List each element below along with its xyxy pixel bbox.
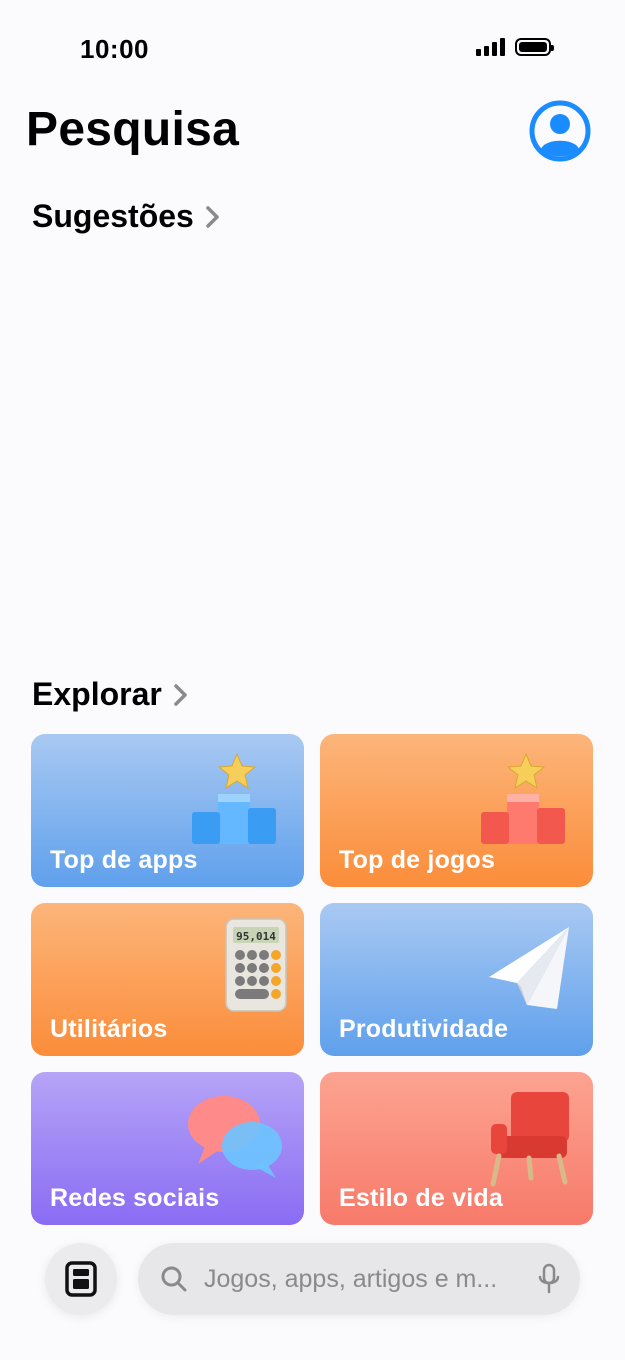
category-label: Utilitários (50, 1015, 168, 1043)
category-label: Produtividade (339, 1015, 509, 1043)
category-card-social-networks[interactable]: Redes sociais (31, 1072, 304, 1225)
category-label: Redes sociais (50, 1184, 220, 1212)
status-time: 10:00 (80, 34, 149, 64)
cellular-signal-icon (476, 38, 505, 56)
status-bar: 10:00 (0, 0, 625, 100)
armchair-icon (490, 1092, 569, 1187)
speech-bubbles-icon (188, 1096, 282, 1178)
category-card-lifestyle[interactable]: Estilo de vida (320, 1072, 593, 1225)
suggestions-title: Sugestões (32, 198, 194, 234)
explore-category-grid: Top de apps Top de jogos 95,014 Utilitár… (31, 734, 593, 1225)
search-bar[interactable] (138, 1243, 580, 1315)
today-tab-button[interactable] (45, 1243, 117, 1315)
explore-title: Explorar (32, 676, 162, 712)
battery-icon (515, 38, 554, 56)
category-card-top-games[interactable]: Top de jogos (320, 734, 593, 887)
calculator-display: 95,014 (236, 930, 276, 943)
category-card-top-apps[interactable]: Top de apps (31, 734, 304, 887)
chevron-right-icon (206, 205, 219, 228)
category-label: Estilo de vida (339, 1184, 503, 1212)
podium-star-icon (192, 752, 276, 844)
explore-header[interactable]: Explorar (32, 676, 190, 713)
account-button[interactable] (529, 100, 591, 162)
account-icon (529, 100, 591, 162)
paper-plane-icon (489, 927, 569, 1009)
chevron-right-icon (174, 683, 187, 706)
search-icon (161, 1266, 187, 1292)
page-title: Pesquisa (26, 103, 240, 156)
search-input[interactable] (202, 1263, 538, 1295)
category-card-productivity[interactable]: Produtividade (320, 903, 593, 1056)
status-icons (476, 38, 554, 56)
category-label: Top de jogos (339, 846, 496, 874)
microphone-icon[interactable] (538, 1263, 560, 1295)
category-card-utilities[interactable]: 95,014 Utilitários (31, 903, 304, 1056)
podium-star-icon (481, 752, 565, 844)
suggestions-header[interactable]: Sugestões (32, 198, 222, 235)
calculator-icon: 95,014 (225, 918, 287, 1012)
bottom-bar (0, 1232, 625, 1332)
today-icon (65, 1261, 97, 1297)
category-label: Top de apps (50, 846, 198, 874)
